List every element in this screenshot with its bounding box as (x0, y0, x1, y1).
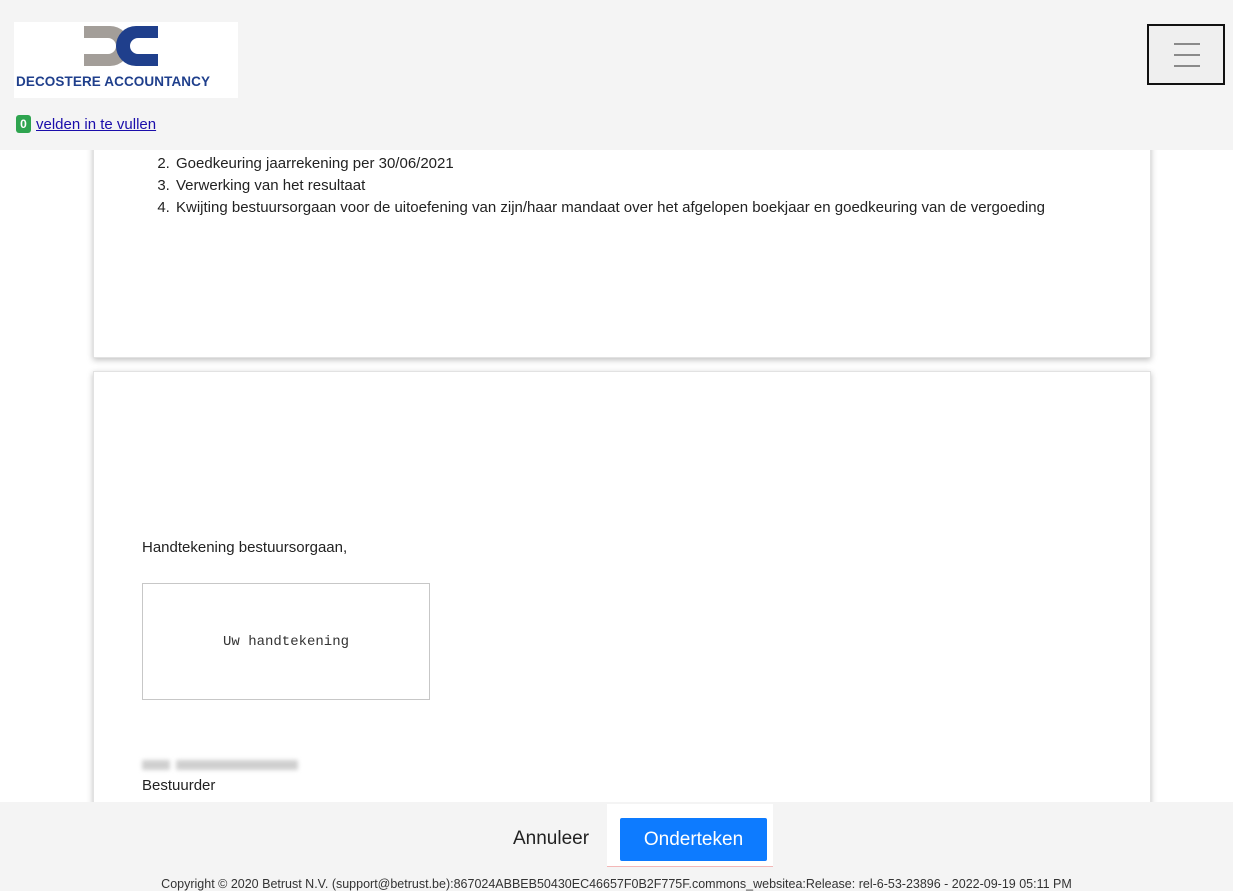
menu-button[interactable] (1147, 24, 1225, 85)
sign-button-wrapper: Onderteken (607, 804, 773, 867)
top-header: DECOSTERE ACCOUNTANCY 0 velden in te vul… (0, 0, 1233, 150)
logo-mark-icon (84, 26, 158, 66)
agenda-item: Verwerking van het resultaat (174, 175, 1154, 197)
signer-name-redacted (142, 757, 302, 773)
agenda-item: Goedkeuring jaarrekening per 30/06/2021 (174, 153, 1154, 175)
logo-text: DECOSTERE ACCOUNTANCY (16, 74, 211, 89)
fields-count-badge: 0 (16, 115, 31, 133)
signature-placeholder: Uw handtekening (222, 633, 350, 650)
hamburger-icon-line (1174, 65, 1200, 67)
agenda-item: Kwijting bestuursorgaan voor de uitoefen… (174, 197, 1154, 219)
cancel-button[interactable]: Annuleer (513, 828, 589, 850)
agenda-list: Goedkeuring jaarrekening per 30/06/2021 … (138, 153, 1154, 219)
signature-field[interactable]: Uw handtekening (142, 583, 430, 700)
signer-role: Bestuurder (142, 777, 216, 794)
copyright-text: Copyright © 2020 Betrust N.V. (support@b… (161, 877, 1072, 891)
hamburger-icon-line (1174, 54, 1200, 56)
fields-link[interactable]: velden in te vullen (36, 116, 156, 133)
footer-bar: Annuleer Onderteken Copyright © 2020 Bet… (0, 802, 1233, 891)
document-page-2: Handtekening bestuursorgaan, Uw handteke… (93, 371, 1151, 841)
fields-to-fill: 0 velden in te vullen (16, 114, 156, 134)
hamburger-icon (1174, 43, 1200, 45)
signature-label: Handtekening bestuursorgaan, (142, 539, 348, 556)
company-logo: DECOSTERE ACCOUNTANCY (14, 22, 238, 98)
sign-button[interactable]: Onderteken (620, 818, 767, 861)
